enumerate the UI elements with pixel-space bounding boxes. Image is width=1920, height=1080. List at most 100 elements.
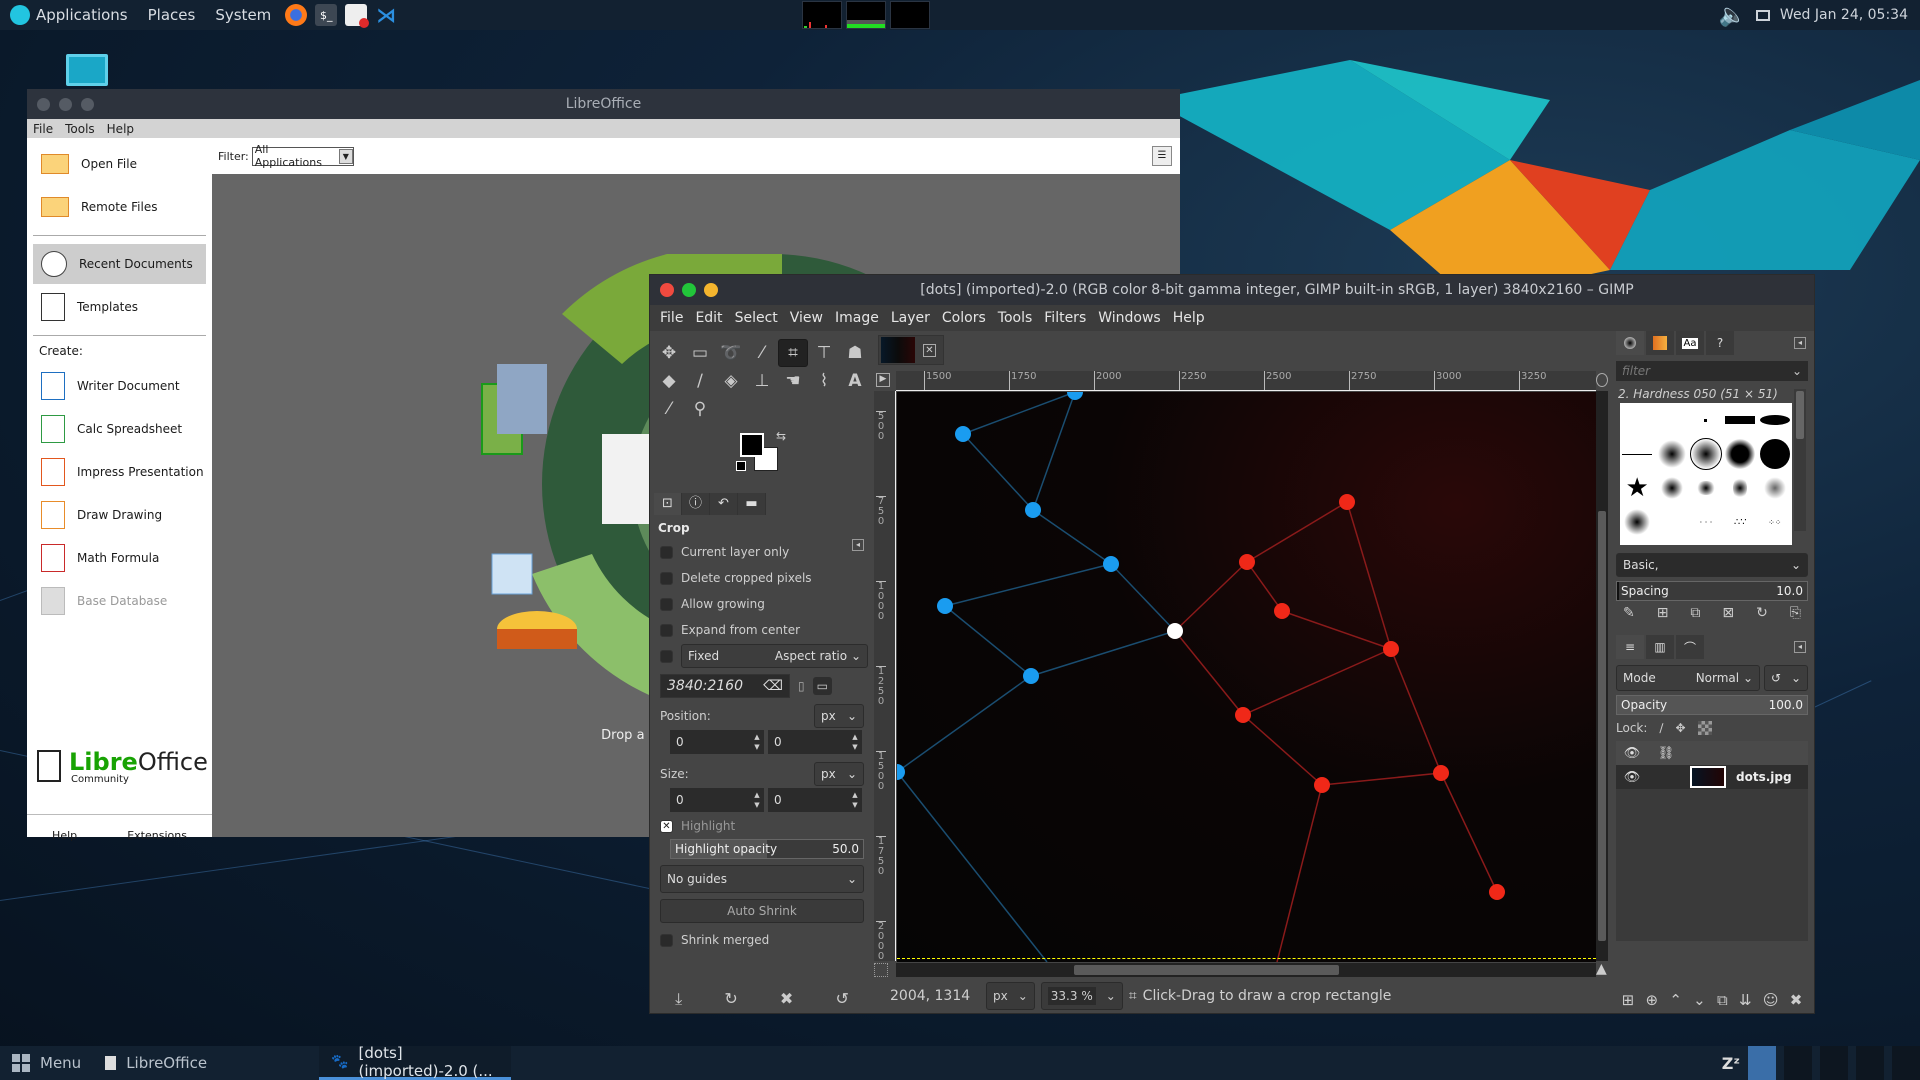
clone-tool-icon[interactable]: ⊥ bbox=[747, 367, 777, 395]
vertical-ruler[interactable]: 500 750 1000 1250 1500 1750 2000 bbox=[874, 391, 896, 961]
scrollbar-thumb[interactable] bbox=[1074, 965, 1339, 975]
extensions-button[interactable]: Extensions bbox=[127, 829, 187, 842]
maximize-button[interactable] bbox=[682, 283, 696, 297]
close-button[interactable] bbox=[660, 283, 674, 297]
remote-files-button[interactable]: Remote Files bbox=[33, 187, 206, 227]
shrink-merged-option[interactable]: Shrink merged bbox=[656, 927, 868, 953]
spin-arrows-icon[interactable]: ▲ ▼ bbox=[750, 790, 764, 810]
system-menu[interactable]: System bbox=[205, 0, 281, 30]
maximize-button[interactable] bbox=[81, 97, 94, 111]
navigate-arrow-icon[interactable]: ▲ bbox=[1596, 961, 1607, 977]
allow-growing-option[interactable]: Allow growing bbox=[656, 591, 868, 617]
places-menu[interactable]: Places bbox=[138, 0, 206, 30]
help-tab-icon[interactable]: ? bbox=[1706, 331, 1734, 355]
clear-icon[interactable]: ⌫ bbox=[763, 678, 783, 694]
menu-colors[interactable]: Colors bbox=[936, 310, 992, 326]
lower-layer-icon[interactable]: ⌄ bbox=[1693, 991, 1706, 1009]
eraser-tool-icon[interactable]: ◈ bbox=[716, 367, 746, 395]
brush-tag-select[interactable]: Basic, ⌄ bbox=[1616, 553, 1808, 577]
calc-spreadsheet-button[interactable]: Calc Spreadsheet bbox=[33, 409, 206, 449]
duplicate-layer-icon[interactable]: ⧉ bbox=[1717, 991, 1728, 1009]
clock[interactable]: Wed Jan 24, 05:34 bbox=[1780, 7, 1908, 23]
images-tab-icon[interactable]: ▬ bbox=[738, 493, 766, 515]
scrollbar-thumb[interactable] bbox=[1598, 511, 1606, 941]
spin-arrows-icon[interactable]: ▲ ▼ bbox=[848, 732, 862, 752]
layer-mode-select[interactable]: Mode Normal ⌄ bbox=[1616, 665, 1760, 691]
paintbrush-tool-icon[interactable]: ∕ bbox=[685, 367, 715, 395]
open-file-button[interactable]: Open File bbox=[33, 144, 206, 184]
size-unit-select[interactable]: px ⌄ bbox=[814, 762, 864, 786]
brush-item[interactable] bbox=[1622, 453, 1653, 455]
caffeine-sleep-icon[interactable]: Zᶻ bbox=[1722, 1054, 1740, 1073]
fuzzy-select-tool-icon[interactable]: ⁄ bbox=[747, 339, 777, 367]
landscape-icon[interactable]: ▭ bbox=[812, 677, 832, 695]
restore-options-icon[interactable]: ↻ bbox=[724, 989, 737, 1009]
draw-drawing-button[interactable]: Draw Drawing bbox=[33, 495, 206, 535]
expand-from-center-option[interactable]: Expand from center bbox=[656, 617, 868, 643]
delete-cropped-pixels-option[interactable]: Delete cropped pixels bbox=[656, 565, 868, 591]
fonts-tab-icon[interactable]: Aa bbox=[1676, 331, 1704, 355]
tool-options-tab-icon[interactable]: ⊡ bbox=[654, 493, 682, 515]
checkbox[interactable] bbox=[660, 933, 673, 947]
highlight-checkbox[interactable]: ✕ bbox=[660, 819, 673, 833]
aspect-ratio-input[interactable]: 3840:2160 ⌫ bbox=[660, 674, 790, 698]
checkbox[interactable] bbox=[660, 623, 673, 637]
workspace-3[interactable] bbox=[1820, 1046, 1848, 1080]
lasso-tool-icon[interactable]: ➰ bbox=[716, 339, 746, 367]
paths-tab-icon[interactable]: ⌒ bbox=[1676, 635, 1704, 659]
menu-file[interactable]: File bbox=[33, 122, 53, 136]
hamburger-menu-button[interactable]: ☰ bbox=[1152, 146, 1172, 166]
unified-transform-tool-icon[interactable]: ⊤ bbox=[809, 339, 839, 367]
undo-history-tab-icon[interactable]: ↶ bbox=[710, 493, 738, 515]
brush-item[interactable]: · · · bbox=[1700, 518, 1713, 527]
menu-select[interactable]: Select bbox=[729, 310, 784, 326]
menu-image[interactable]: Image bbox=[829, 310, 885, 326]
close-icon[interactable]: ✕ bbox=[923, 343, 936, 357]
menu-button[interactable]: Menu bbox=[0, 1046, 93, 1080]
bucket-fill-tool-icon[interactable]: ◆ bbox=[654, 367, 684, 395]
menu-layer[interactable]: Layer bbox=[885, 310, 936, 326]
brush-item[interactable] bbox=[1725, 439, 1756, 469]
current-layer-only-option[interactable]: Current layer only bbox=[656, 539, 868, 565]
open-brush-as-image-icon[interactable]: ⎘ bbox=[1790, 605, 1801, 621]
image-canvas[interactable] bbox=[897, 392, 1596, 962]
star-brush-icon[interactable]: ★ bbox=[1626, 473, 1649, 503]
position-y-input[interactable]: 0 ▲ ▼ bbox=[768, 730, 862, 754]
image-tab[interactable]: ✕ bbox=[878, 335, 944, 365]
menu-filters[interactable]: Filters bbox=[1038, 310, 1092, 326]
lock-position-icon[interactable]: ✥ bbox=[1675, 721, 1685, 735]
menu-file[interactable]: File bbox=[654, 310, 689, 326]
taskbar-item-gimp[interactable]: 🐾 [dots] (imported)-2.0 (... bbox=[319, 1044, 512, 1080]
refresh-brushes-icon[interactable]: ↻ bbox=[1756, 605, 1768, 621]
taskbar-item-libreoffice[interactable]: LibreOffice bbox=[93, 1046, 219, 1080]
lock-pixels-icon[interactable]: ∕ bbox=[1659, 721, 1663, 735]
workspace-2[interactable] bbox=[1784, 1046, 1812, 1080]
minimize-button[interactable] bbox=[59, 97, 72, 111]
dock-menu-icon[interactable]: ◂ bbox=[1794, 337, 1806, 349]
foreground-color-swatch[interactable] bbox=[740, 433, 764, 457]
gimp-titlebar[interactable]: [dots] (imported)-2.0 (RGB color 8-bit g… bbox=[650, 275, 1814, 305]
smudge-tool-icon[interactable]: ☚ bbox=[778, 367, 808, 395]
zoom-tool-icon[interactable]: ⚲ bbox=[685, 395, 715, 423]
duplicate-brush-icon[interactable]: ⧉ bbox=[1690, 605, 1700, 621]
menu-view[interactable]: View bbox=[784, 310, 829, 326]
display-icon[interactable] bbox=[1755, 9, 1770, 21]
auto-shrink-button[interactable]: Auto Shrink bbox=[660, 899, 864, 923]
zoom-select[interactable]: 33.3 % ⌄ bbox=[1040, 982, 1123, 1010]
brush-item[interactable] bbox=[1725, 416, 1756, 424]
new-layer-icon[interactable]: ⊞ bbox=[1622, 991, 1635, 1009]
brush-filter-input[interactable]: filter ⌄ bbox=[1616, 361, 1808, 381]
spin-arrows-icon[interactable]: ▲ ▼ bbox=[750, 732, 764, 752]
brush-item[interactable] bbox=[1660, 477, 1683, 499]
brush-item[interactable] bbox=[1657, 440, 1686, 468]
close-button[interactable] bbox=[37, 97, 50, 111]
checkbox[interactable] bbox=[660, 597, 673, 611]
guides-select[interactable]: No guides ⌄ bbox=[660, 865, 864, 893]
brush-item[interactable] bbox=[1759, 415, 1790, 425]
horizontal-scrollbar[interactable] bbox=[896, 963, 1596, 977]
merge-layer-icon[interactable]: ⇊ bbox=[1739, 991, 1752, 1009]
menu-edit[interactable]: Edit bbox=[689, 310, 728, 326]
vertical-scrollbar[interactable] bbox=[1596, 391, 1608, 961]
edit-brush-icon[interactable]: ✎ bbox=[1623, 605, 1635, 621]
brush-item[interactable] bbox=[1624, 509, 1651, 535]
